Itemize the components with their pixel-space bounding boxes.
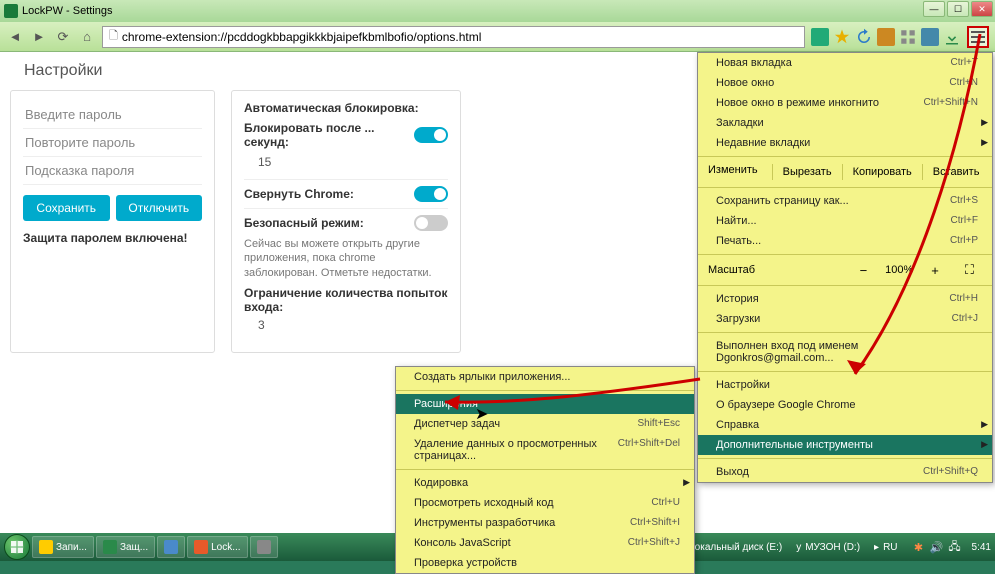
menu-recent-tabs[interactable]: Недавние вкладки▶ xyxy=(698,133,992,153)
url-text: chrome-extension://pcddogkbbapgikkkbjaip… xyxy=(122,30,482,44)
autolock-toggle[interactable] xyxy=(414,127,448,143)
autolock-value: 15 xyxy=(258,155,448,169)
ext-icon-down[interactable] xyxy=(943,28,961,46)
more-tools-submenu: Создать ярлыки приложения... Расширения … xyxy=(395,366,695,574)
back-button[interactable]: ◄ xyxy=(6,28,24,46)
tray-muzon[interactable]: у МУЗОН (D:) xyxy=(792,542,864,553)
fullscreen-button[interactable]: ⛶ xyxy=(957,262,982,278)
safemode-desc: Сейчас вы можете открыть другие приложен… xyxy=(244,237,448,280)
protection-status: Защита паролем включена! xyxy=(23,231,202,245)
zoom-value: 100% xyxy=(885,264,913,276)
ext-icon-star[interactable] xyxy=(833,28,851,46)
minimize-label: Свернуть Chrome: xyxy=(244,187,354,201)
reload-button[interactable]: ⟳ xyxy=(54,28,72,46)
home-button[interactable]: ⌂ xyxy=(78,28,96,46)
submenu-clear-data[interactable]: Удаление данных о просмотренных страница… xyxy=(396,434,694,466)
menu-downloads[interactable]: ЗагрузкиCtrl+J xyxy=(698,309,992,329)
menu-help[interactable]: Справка▶ xyxy=(698,415,992,435)
tray-volume-icon[interactable]: 🔊 xyxy=(930,540,944,554)
taskbar-item-0[interactable]: Запи... xyxy=(32,536,94,558)
repeat-password-field[interactable]: Повторите пароль xyxy=(23,129,202,157)
menu-copy[interactable]: Копировать xyxy=(842,164,922,180)
menu-new-window[interactable]: Новое окноCtrl+N xyxy=(698,73,992,93)
attempts-value: 3 xyxy=(258,318,448,332)
menu-more-tools[interactable]: Дополнительные инструменты▶ xyxy=(698,435,992,455)
menu-settings[interactable]: Настройки xyxy=(698,375,992,395)
extension-icons xyxy=(811,28,961,46)
menu-save-page[interactable]: Сохранить страницу как...Ctrl+S xyxy=(698,191,992,211)
minimize-toggle[interactable] xyxy=(414,186,448,202)
chrome-menu: Новая вкладкаCtrl+T Новое окноCtrl+N Нов… xyxy=(697,52,993,483)
attempts-label: Ограничение количества попыток входа: xyxy=(244,286,448,314)
autolock-title: Автоматическая блокировка: xyxy=(244,101,448,115)
submenu-dev-tools[interactable]: Инструменты разработчикаCtrl+Shift+I xyxy=(396,513,694,533)
browser-toolbar: ◄ ► ⟳ ⌂ 🗋 chrome-extension://pcddogkbbap… xyxy=(0,22,995,52)
safemode-toggle[interactable] xyxy=(414,215,448,231)
chrome-menu-button[interactable] xyxy=(967,26,989,48)
taskbar-item-3[interactable]: Lock... xyxy=(187,536,247,558)
submenu-encoding[interactable]: Кодировка▶ xyxy=(396,473,694,493)
zoom-out-button[interactable]: − xyxy=(852,263,876,278)
address-bar[interactable]: 🗋 chrome-extension://pcddogkbbapgikkkbja… xyxy=(102,26,805,48)
autolock-label: Блокировать после ... секунд: xyxy=(244,121,384,149)
forward-button[interactable]: ► xyxy=(30,28,48,46)
zoom-in-button[interactable]: + xyxy=(923,263,947,278)
submenu-js-console[interactable]: Консоль JavaScriptCtrl+Shift+J xyxy=(396,533,694,553)
window-title: LockPW - Settings xyxy=(22,5,112,17)
menu-exit[interactable]: ВыходCtrl+Shift+Q xyxy=(698,462,992,482)
menu-about[interactable]: О браузере Google Chrome xyxy=(698,395,992,415)
ext-icon-reload[interactable] xyxy=(855,28,873,46)
submenu-task-manager[interactable]: Диспетчер задачShift+Esc xyxy=(396,414,694,434)
submenu-view-source[interactable]: Просмотреть исходный кодCtrl+U xyxy=(396,493,694,513)
window-titlebar: LockPW - Settings — ☐ ✕ xyxy=(0,0,995,22)
safemode-label: Безопасный режим: xyxy=(244,216,364,230)
tray-icon[interactable]: ✱ xyxy=(912,540,926,554)
ext-icon-grid[interactable] xyxy=(899,28,917,46)
disable-button[interactable]: Отключить xyxy=(116,195,203,221)
tray-clock[interactable]: 5:41 xyxy=(972,542,991,553)
submenu-extensions[interactable]: Расширения xyxy=(396,394,694,414)
menu-print[interactable]: Печать...Ctrl+P xyxy=(698,231,992,251)
hint-field[interactable]: Подсказка пароля xyxy=(23,157,202,185)
taskbar-item-1[interactable]: Защ... xyxy=(96,536,155,558)
favicon-icon xyxy=(4,4,18,18)
minimize-button[interactable]: — xyxy=(923,1,945,17)
menu-new-tab[interactable]: Новая вкладкаCtrl+T xyxy=(698,53,992,73)
page-icon: 🗋 xyxy=(109,27,118,46)
save-button[interactable]: Сохранить xyxy=(23,195,110,221)
menu-cut[interactable]: Вырезать xyxy=(772,164,842,180)
menu-signed-in[interactable]: Выполнен вход под именем Dgonkros@gmail.… xyxy=(698,336,992,368)
ext-icon-4[interactable] xyxy=(877,28,895,46)
ext-icon-1[interactable] xyxy=(811,28,829,46)
submenu-inspect-devices[interactable]: Проверка устройств xyxy=(396,553,694,573)
menu-incognito[interactable]: Новое окно в режиме инкогнитоCtrl+Shift+… xyxy=(698,93,992,113)
menu-edit-row: Изменить Вырезать Копировать Вставить xyxy=(698,160,992,184)
password-panel: Введите пароль Повторите пароль Подсказк… xyxy=(10,90,215,353)
menu-history[interactable]: ИсторияCtrl+H xyxy=(698,289,992,309)
start-button[interactable] xyxy=(4,534,30,560)
taskbar-item-2[interactable] xyxy=(157,536,185,558)
taskbar-item-4[interactable] xyxy=(250,536,278,558)
tray-network-icon[interactable]: 🖧 xyxy=(948,540,962,554)
menu-bookmarks[interactable]: Закладки▶ xyxy=(698,113,992,133)
tray-lang[interactable]: ▸ RU xyxy=(870,542,901,553)
settings-panel: Автоматическая блокировка: Блокировать п… xyxy=(231,90,461,353)
menu-paste[interactable]: Вставить xyxy=(922,164,990,180)
ext-icon-6[interactable] xyxy=(921,28,939,46)
close-button[interactable]: ✕ xyxy=(971,1,993,17)
maximize-button[interactable]: ☐ xyxy=(947,1,969,17)
submenu-create-shortcuts[interactable]: Создать ярлыки приложения... xyxy=(396,367,694,387)
password-field[interactable]: Введите пароль xyxy=(23,101,202,129)
menu-find[interactable]: Найти...Ctrl+F xyxy=(698,211,992,231)
menu-zoom: Масштаб − 100% + ⛶ xyxy=(698,258,992,282)
